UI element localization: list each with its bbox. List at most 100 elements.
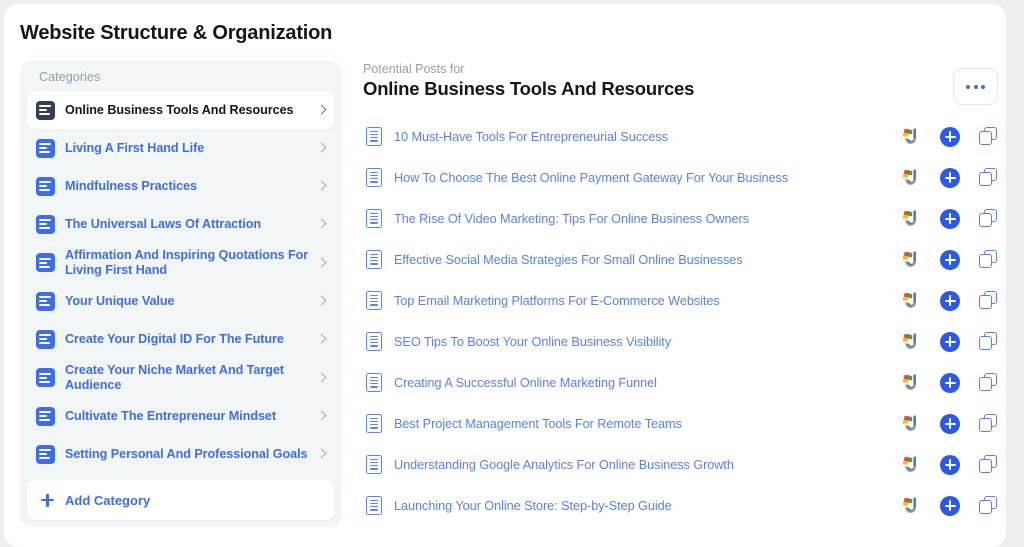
copy-icon[interactable] [979,414,998,433]
ellipsis-icon-dot-1 [966,84,970,89]
post-row-actions [900,116,998,157]
posts-eyebrow: Potential Posts for [363,62,465,76]
sidebar-item-label: Mindfulness Practices [65,178,197,193]
jasper-brand-icon[interactable] [900,454,921,475]
add-circle-icon[interactable] [940,372,960,393]
copy-icon[interactable] [979,455,998,474]
sidebar-item-5[interactable]: Your Unique Value [27,282,335,320]
post-title-link[interactable]: 10 Must-Have Tools For Entrepreneurial S… [394,130,668,144]
post-title-link[interactable]: Creating A Successful Online Marketing F… [394,376,657,390]
document-icon [366,332,382,351]
chevron-right-icon[interactable] [317,141,327,155]
chevron-right-icon[interactable] [317,371,327,385]
post-title-link[interactable]: The Rise Of Video Marketing: Tips For On… [394,212,749,226]
add-circle-icon[interactable] [940,249,960,270]
post-row-actions [900,362,998,403]
copy-icon[interactable] [979,127,998,146]
chevron-right-icon[interactable] [317,294,327,308]
chevron-right-icon[interactable] [317,447,327,461]
add-circle-icon[interactable] [940,454,960,475]
post-row: 10 Must-Have Tools For Entrepreneurial S… [363,116,998,157]
post-title-link[interactable]: How To Choose The Best Online Payment Ga… [394,171,788,185]
category-icon [36,100,55,120]
copy-icon[interactable] [979,209,998,228]
post-title-link[interactable]: SEO Tips To Boost Your Online Business V… [394,335,671,349]
category-icon [36,444,55,464]
chevron-right-icon[interactable] [317,179,327,193]
add-circle-icon[interactable] [940,208,960,229]
post-title-link[interactable]: Launching Your Online Store: Step-by-Ste… [394,499,672,513]
sidebar-item-6[interactable]: Create Your Digital ID For The Future [27,320,335,358]
jasper-brand-icon[interactable] [900,126,921,147]
category-icon [36,253,55,273]
sidebar-item-3[interactable]: The Universal Laws Of Attraction [27,205,335,243]
sidebar-item-7[interactable]: Create Your Niche Market And Target Audi… [27,358,335,397]
post-title-link[interactable]: Effective Social Media Strategies For Sm… [394,253,743,267]
sidebar-item-label: Create Your Digital ID For The Future [65,331,284,346]
copy-icon[interactable] [979,291,998,310]
add-circle-icon[interactable] [940,290,960,311]
post-row-actions [900,157,998,198]
post-title-link[interactable]: Best Project Management Tools For Remote… [394,417,682,431]
post-row: The Rise Of Video Marketing: Tips For On… [363,198,998,239]
copy-icon[interactable] [979,168,998,187]
add-circle-icon[interactable] [940,495,960,516]
jasper-brand-icon[interactable] [900,249,921,270]
sidebar-item-label: The Universal Laws Of Attraction [65,216,261,231]
copy-icon[interactable] [979,250,998,269]
category-icon [36,138,55,158]
copy-icon[interactable] [979,496,998,515]
jasper-brand-icon[interactable] [900,208,921,229]
post-title-link[interactable]: Understanding Google Analytics For Onlin… [394,458,734,472]
add-category-label: Add Category [65,492,151,508]
post-row: Top Email Marketing Platforms For E-Comm… [363,280,998,321]
chevron-right-icon[interactable] [317,103,327,117]
posts-category-title: Online Business Tools And Resources [363,78,695,99]
ellipsis-icon-dot-2 [973,84,978,89]
post-row: Best Project Management Tools For Remote… [363,403,998,444]
copy-icon[interactable] [979,373,998,392]
main-header: Potential Posts for Online Business Tool… [363,62,992,100]
add-circle-icon[interactable] [940,413,960,434]
chevron-right-icon[interactable] [317,256,327,270]
add-circle-icon[interactable] [940,126,960,147]
jasper-brand-icon[interactable] [900,290,921,311]
category-icon [36,214,55,234]
post-row-actions [900,239,998,280]
document-icon [366,496,382,515]
jasper-brand-icon[interactable] [900,413,921,434]
jasper-brand-icon[interactable] [900,495,921,516]
chevron-right-icon[interactable] [317,409,327,423]
sidebar-item-8[interactable]: Cultivate The Entrepreneur Mindset [27,397,335,435]
categories-label: Categories [39,70,101,84]
categories-sidebar: Categories Online Business Tools And Res… [20,61,342,527]
post-row-actions [900,280,998,321]
category-list[interactable]: Online Business Tools And Resources Livin… [20,91,342,527]
jasper-brand-icon[interactable] [900,331,921,352]
category-icon [36,329,55,349]
sidebar-item-4[interactable]: Affirmation And Inspiring Quotations For… [27,243,335,282]
chevron-right-icon[interactable] [317,217,327,231]
post-row: Creating A Successful Online Marketing F… [363,362,998,403]
add-category-button[interactable]: Add Category [27,480,335,520]
sidebar-item-2[interactable]: Mindfulness Practices [27,167,335,205]
chevron-right-icon[interactable] [317,332,327,346]
ellipsis-icon-dot-3 [981,84,985,89]
document-icon [366,455,382,474]
sidebar-item-1[interactable]: Living A First Hand Life [27,129,335,167]
sidebar-item-label: Your Unique Value [65,293,175,308]
add-circle-icon[interactable] [940,167,960,188]
more-options-button[interactable] [953,68,998,105]
post-title-link[interactable]: Top Email Marketing Platforms For E-Comm… [394,294,720,308]
post-row-actions [900,403,998,444]
add-circle-icon[interactable] [940,331,960,352]
sidebar-item-9[interactable]: Setting Personal And Professional Goals [27,435,335,473]
post-row: SEO Tips To Boost Your Online Business V… [363,321,998,362]
copy-icon[interactable] [979,332,998,351]
document-icon [366,209,382,228]
jasper-brand-icon[interactable] [900,167,921,188]
sidebar-item-0[interactable]: Online Business Tools And Resources [27,91,335,129]
document-icon [366,168,382,187]
jasper-brand-icon[interactable] [900,372,921,393]
document-icon [366,291,382,310]
